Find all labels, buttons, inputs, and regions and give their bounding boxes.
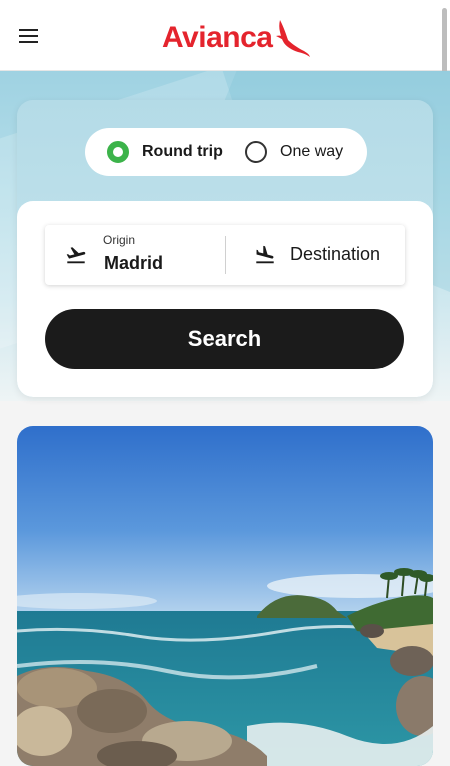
field-divider [225, 236, 226, 274]
origin-value: Madrid [104, 253, 164, 273]
trip-type-toggle: Round trip One way [85, 128, 367, 176]
top-header: Avianca [0, 0, 450, 160]
destination-photo[interactable] [17, 426, 433, 766]
round-trip-label: Round trip [142, 143, 223, 160]
route-selector: Origin Madrid Destination [45, 225, 405, 285]
beach-image [17, 426, 433, 766]
round-trip-radio[interactable] [107, 141, 129, 163]
bird-logo-icon [276, 20, 311, 57]
origin-field[interactable]: Origin Madrid [45, 225, 225, 285]
destination-placeholder: Destination [290, 244, 381, 264]
plane-takeoff-icon [66, 247, 86, 264]
destination-field[interactable]: Destination [227, 225, 405, 285]
one-way-radio[interactable] [245, 141, 267, 163]
flight-search-card: Round trip One way Origin Madrid Destina… [17, 100, 433, 397]
plane-landing-icon [256, 245, 274, 264]
search-button[interactable]: Search [45, 309, 404, 369]
one-way-label: One way [280, 143, 344, 160]
round-trip-option[interactable]: Round trip [107, 128, 223, 176]
avianca-logo[interactable]: Avianca [162, 18, 312, 58]
hamburger-menu-icon[interactable] [19, 29, 39, 45]
brand-name: Avianca [162, 21, 273, 54]
origin-label: Origin [103, 233, 136, 247]
one-way-option[interactable]: One way [245, 128, 343, 176]
search-form: Origin Madrid Destination Search [17, 201, 433, 397]
